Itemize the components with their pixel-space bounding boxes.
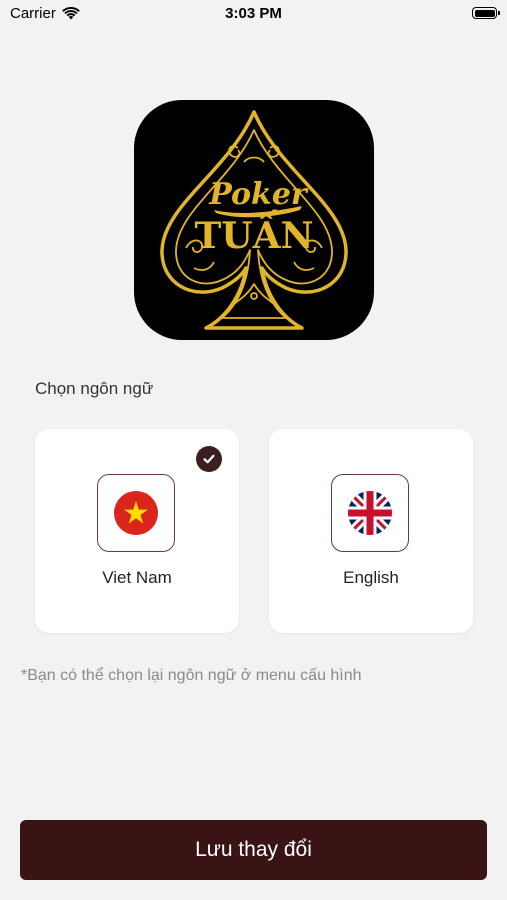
language-name: Viet Nam: [102, 568, 172, 587]
save-changes-button[interactable]: Lưu thay đổi: [20, 820, 487, 880]
language-option-vietnam[interactable]: Viet Nam: [35, 429, 239, 633]
battery-icon: [472, 7, 500, 19]
language-name: English: [343, 568, 399, 587]
status-time: 3:03 PM: [225, 5, 282, 22]
selected-check-icon: [196, 446, 222, 472]
app-logo: Poker TUẤN: [134, 100, 374, 340]
language-hint-text: *Bạn có thể chọn lại ngôn ngữ ở menu cấu…: [21, 667, 362, 684]
language-option-english[interactable]: English: [269, 429, 473, 633]
uk-flag-icon: [331, 474, 409, 552]
status-bar: Carrier 3:03 PM: [0, 0, 507, 30]
logo-text-poker: Poker: [208, 177, 309, 212]
vietnam-flag-icon: [97, 474, 175, 552]
language-section-label: Chọn ngôn ngữ: [35, 379, 154, 398]
